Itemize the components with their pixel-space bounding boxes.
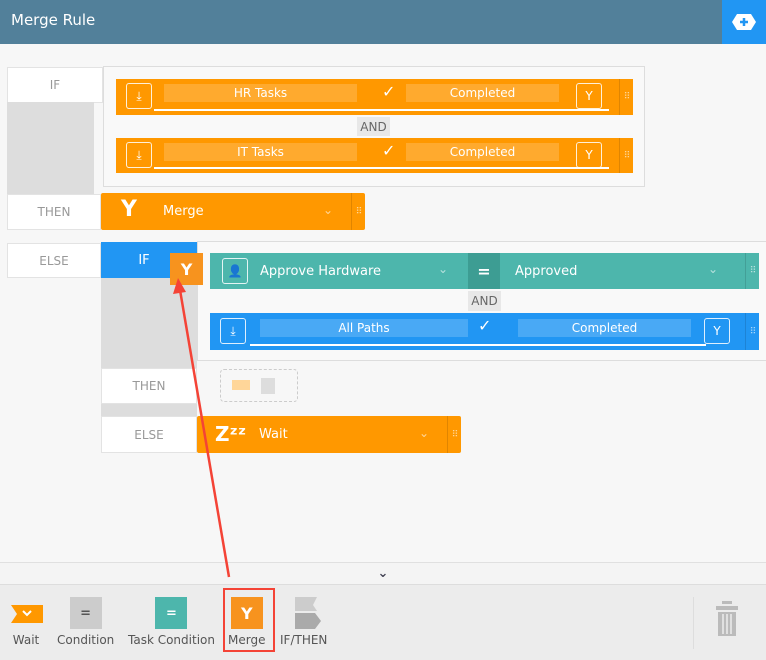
drag-arrow [173, 278, 231, 578]
